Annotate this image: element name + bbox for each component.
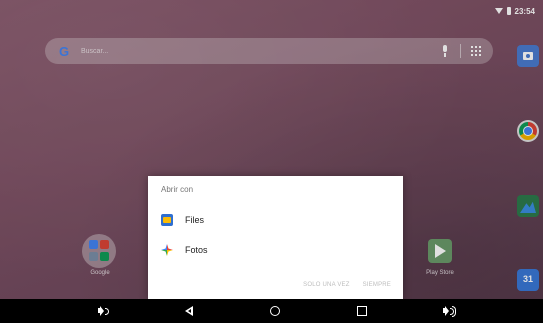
open-with-dialog: Abrir con Files Fotos SOLO UNA VEZ SIEMP… [148, 176, 403, 300]
photos-icon [161, 244, 173, 256]
open-with-photos[interactable]: Fotos [148, 237, 403, 263]
dialog-actions: SOLO UNA VEZ SIEMPRE [303, 282, 391, 288]
dialog-title: Abrir con [161, 185, 194, 194]
home-screen: 23:54 G Buscar... 31 Google Play Store A… [0, 0, 543, 323]
always-button[interactable]: SIEMPRE [363, 282, 391, 288]
app-label-files: Files [185, 215, 205, 225]
recents-icon[interactable] [356, 305, 368, 317]
back-icon[interactable] [183, 305, 195, 317]
home-icon[interactable] [269, 305, 281, 317]
navigation-bar [0, 299, 543, 323]
just-once-button[interactable]: SOLO UNA VEZ [303, 282, 349, 288]
files-icon [161, 214, 173, 226]
volume-down-icon[interactable] [97, 305, 109, 317]
app-label-photos: Fotos [185, 245, 208, 255]
open-with-files[interactable]: Files [148, 207, 403, 233]
volume-up-icon[interactable] [442, 305, 456, 317]
